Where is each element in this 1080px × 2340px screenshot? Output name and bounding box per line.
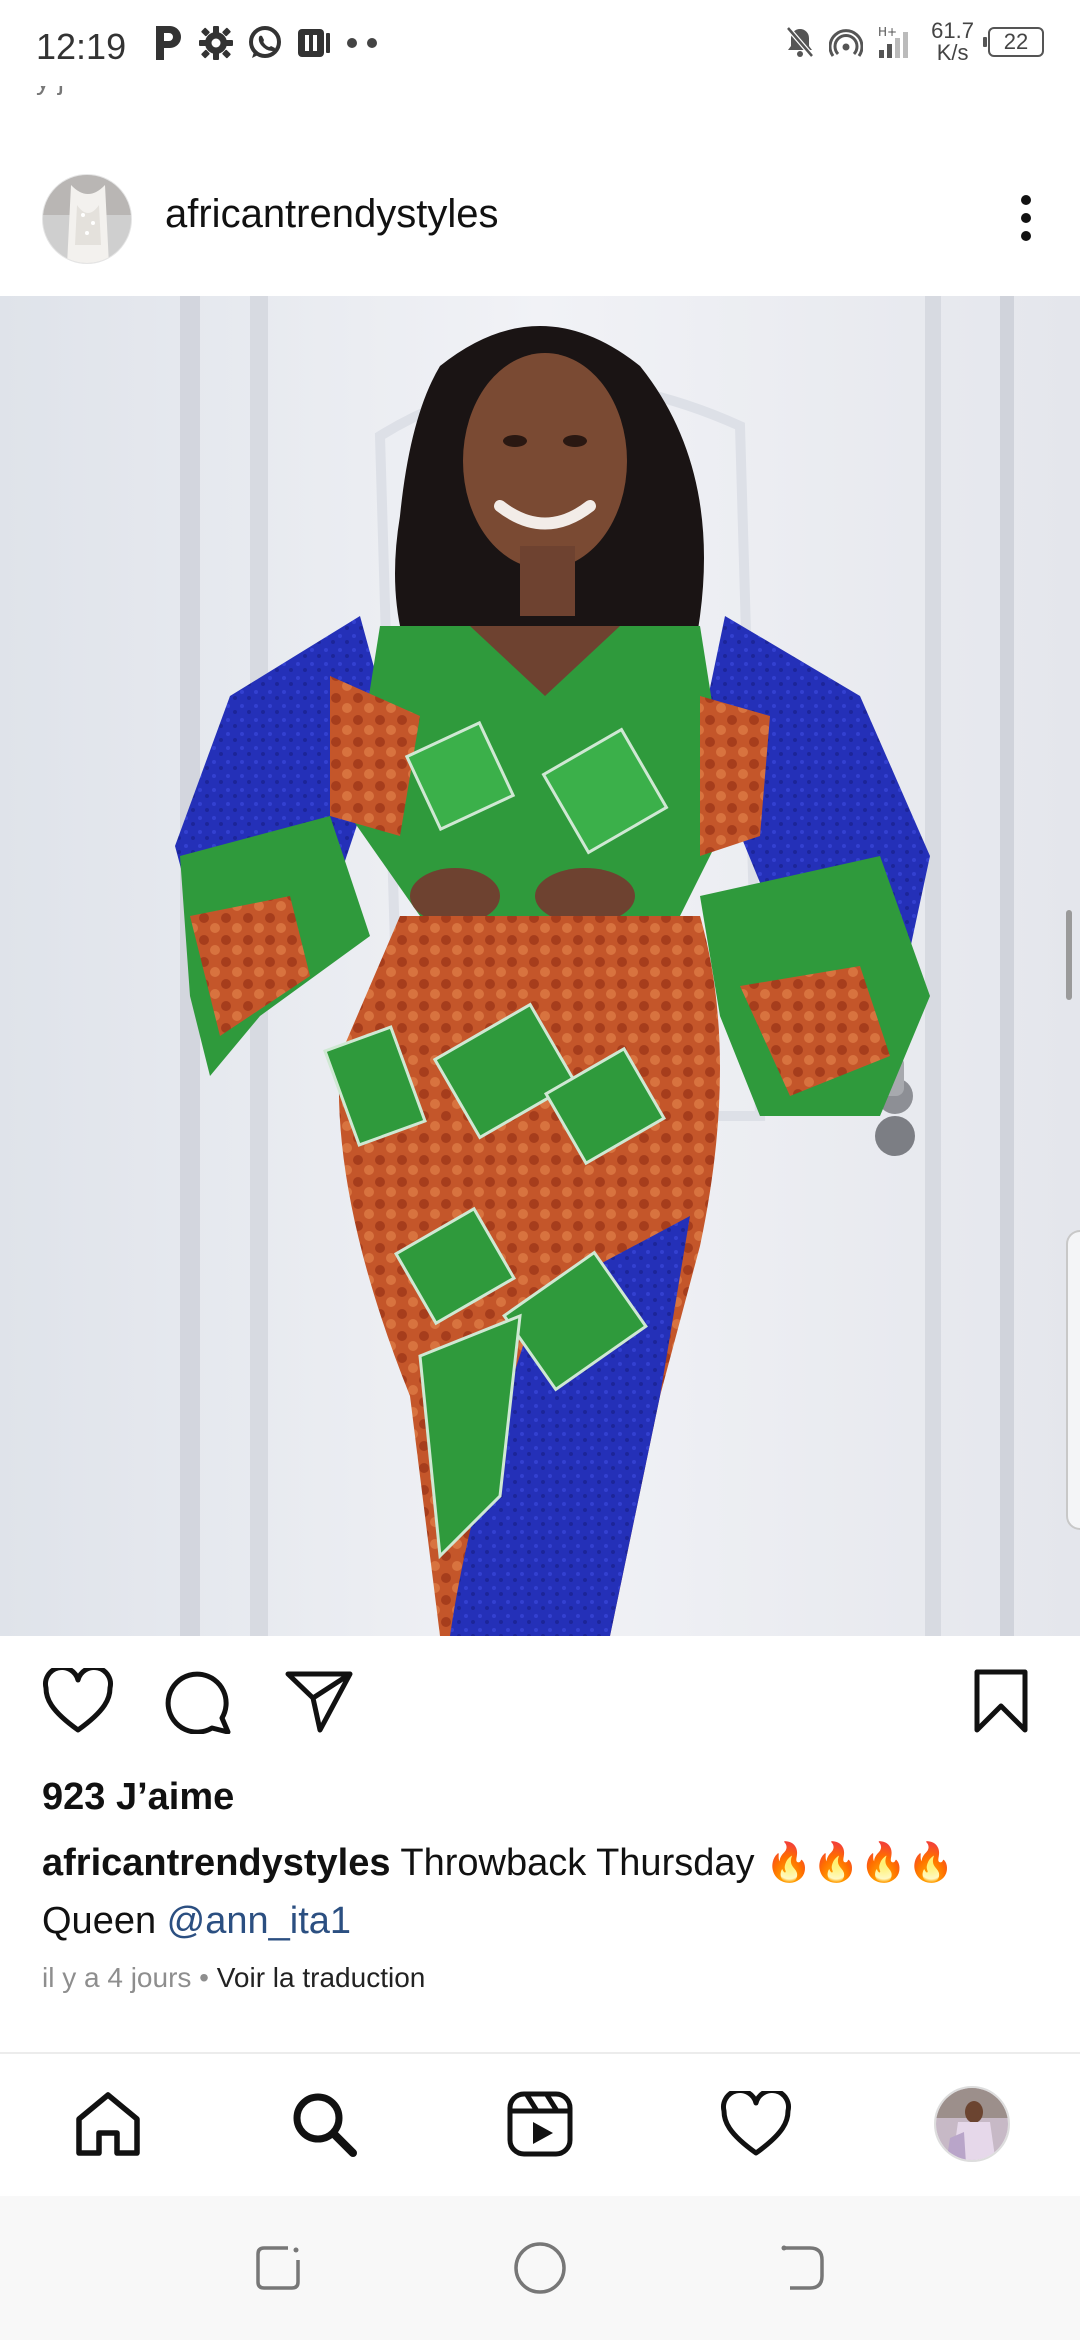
system-navigation-bar bbox=[0, 2196, 1080, 2340]
whatsapp-icon bbox=[249, 26, 281, 58]
more-options-button[interactable] bbox=[1002, 190, 1050, 250]
gear-icon bbox=[199, 26, 233, 60]
post-photo[interactable] bbox=[0, 296, 1080, 1636]
search-icon bbox=[293, 2093, 357, 2157]
post-username[interactable]: africantrendystyles bbox=[165, 192, 498, 237]
network-speed: 61.7 K/s bbox=[931, 20, 974, 64]
home-button[interactable] bbox=[510, 2238, 570, 2298]
mute-bell-icon bbox=[786, 26, 815, 58]
activity-heart-icon bbox=[721, 2091, 791, 2156]
home-icon bbox=[76, 2092, 140, 2156]
status-right-group: H+ 61.7 K/s 22 bbox=[785, 20, 1044, 64]
battery-indicator: 22 bbox=[983, 27, 1044, 57]
author-avatar[interactable] bbox=[42, 174, 132, 264]
back-button[interactable] bbox=[772, 2238, 832, 2298]
recents-icon bbox=[256, 2246, 300, 2290]
status-bar: 12:19 H+ 61.7 K/s 22 bbox=[0, 0, 1080, 96]
nav-profile[interactable] bbox=[932, 2084, 1012, 2164]
comment-button[interactable] bbox=[164, 1668, 234, 1739]
caption-username[interactable]: africantrendystyles bbox=[42, 1842, 391, 1884]
recents-button[interactable] bbox=[248, 2238, 308, 2298]
see-translation-link[interactable]: Voir la traduction bbox=[217, 1962, 426, 1993]
bottom-navigation bbox=[0, 2054, 1080, 2194]
scroll-indicator bbox=[1066, 910, 1072, 1000]
post-actions bbox=[0, 1660, 1080, 1750]
caption-prefix: Queen bbox=[42, 1900, 167, 1942]
back-icon bbox=[781, 2245, 824, 2290]
caption-text: Throwback Thursday 🔥🔥🔥🔥 bbox=[390, 1842, 955, 1884]
bookmark-icon bbox=[974, 1669, 1028, 1733]
caption-mention[interactable]: @ann_ita1 bbox=[167, 1900, 351, 1942]
post-header: africantrendystyles bbox=[0, 150, 1080, 290]
more-dots-icon bbox=[347, 38, 377, 48]
share-icon bbox=[285, 1671, 353, 1733]
parking-icon bbox=[156, 26, 181, 60]
more-vertical-icon bbox=[1021, 195, 1031, 241]
notification-icons bbox=[152, 24, 380, 62]
nav-activity[interactable] bbox=[716, 2084, 796, 2164]
status-time: 12:19 bbox=[36, 26, 127, 67]
nav-reels[interactable] bbox=[500, 2084, 580, 2164]
nav-home[interactable] bbox=[68, 2084, 148, 2164]
speed-value: 61.7 bbox=[931, 18, 974, 43]
edge-panel-handle[interactable] bbox=[1066, 1230, 1080, 1530]
media-icon bbox=[298, 29, 330, 57]
svg-text:H+: H+ bbox=[878, 25, 897, 39]
fashion-photo bbox=[0, 296, 1080, 1636]
like-button[interactable] bbox=[42, 1665, 114, 1739]
save-button[interactable] bbox=[972, 1668, 1030, 1739]
like-count[interactable]: 923 J’aime bbox=[42, 1776, 234, 1819]
hotspot-icon bbox=[829, 29, 864, 57]
profile-avatar bbox=[934, 2086, 1010, 2162]
post-caption: africantrendystyles Throwback Thursday 🔥… bbox=[42, 1834, 1042, 1950]
reels-icon bbox=[507, 2091, 573, 2157]
share-button[interactable] bbox=[284, 1668, 354, 1739]
meta-separator: • bbox=[191, 1962, 217, 1993]
post-meta: il y a 4 jours • Voir la traduction bbox=[42, 1962, 425, 1994]
heart-icon bbox=[43, 1665, 113, 1733]
comment-icon bbox=[165, 1671, 231, 1735]
signal-icon: H+ bbox=[878, 25, 909, 58]
previous-post-remnant: y j bbox=[36, 86, 156, 96]
nav-search[interactable] bbox=[284, 2084, 364, 2164]
speed-unit: K/s bbox=[936, 40, 969, 65]
author-avatar-image bbox=[43, 175, 131, 263]
home-circle-icon bbox=[514, 2242, 566, 2294]
post-time-ago: il y a 4 jours bbox=[42, 1962, 192, 1993]
